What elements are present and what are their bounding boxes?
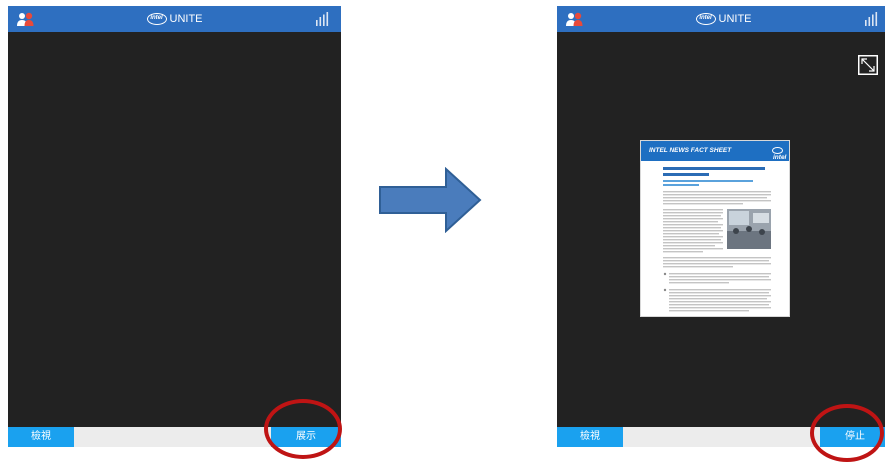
shared-document: INTEL NEWS FACT SHEET intel xyxy=(640,140,790,317)
view-button[interactable]: 檢視 xyxy=(8,427,74,447)
document-header-title: INTEL NEWS FACT SHEET xyxy=(649,147,732,154)
document-photo xyxy=(727,209,771,249)
top-bar: intel UNITE xyxy=(557,6,885,32)
signal-bars-icon xyxy=(316,12,329,26)
intel-logo: intel xyxy=(772,147,786,161)
app-brand: intel UNITE xyxy=(8,12,341,26)
app-brand: intel UNITE xyxy=(557,12,885,26)
document-header: INTEL NEWS FACT SHEET intel xyxy=(641,141,789,161)
left-app-screen: intel UNITE 檢視 展示 xyxy=(8,6,341,447)
top-bar: intel UNITE xyxy=(8,6,341,32)
stop-button[interactable]: 停止 xyxy=(820,427,885,447)
bottom-bar: 檢視 展示 xyxy=(8,427,341,447)
present-button[interactable]: 展示 xyxy=(271,427,341,447)
expand-icon[interactable] xyxy=(858,55,878,75)
intel-logo: intel xyxy=(695,13,716,26)
signal-bars-icon xyxy=(865,12,878,26)
right-app-screen: intelUNITE INTEL NEWS FACT SHEET intel xyxy=(557,6,885,447)
app-title: UNITE xyxy=(169,13,203,25)
app-title: UNITE xyxy=(718,13,752,25)
right-arrow-icon xyxy=(379,167,482,233)
view-button[interactable]: 檢視 xyxy=(557,427,623,447)
intel-logo: intel xyxy=(146,13,167,26)
document-body xyxy=(663,167,771,312)
bottom-bar: 檢視 停止 xyxy=(557,427,885,447)
